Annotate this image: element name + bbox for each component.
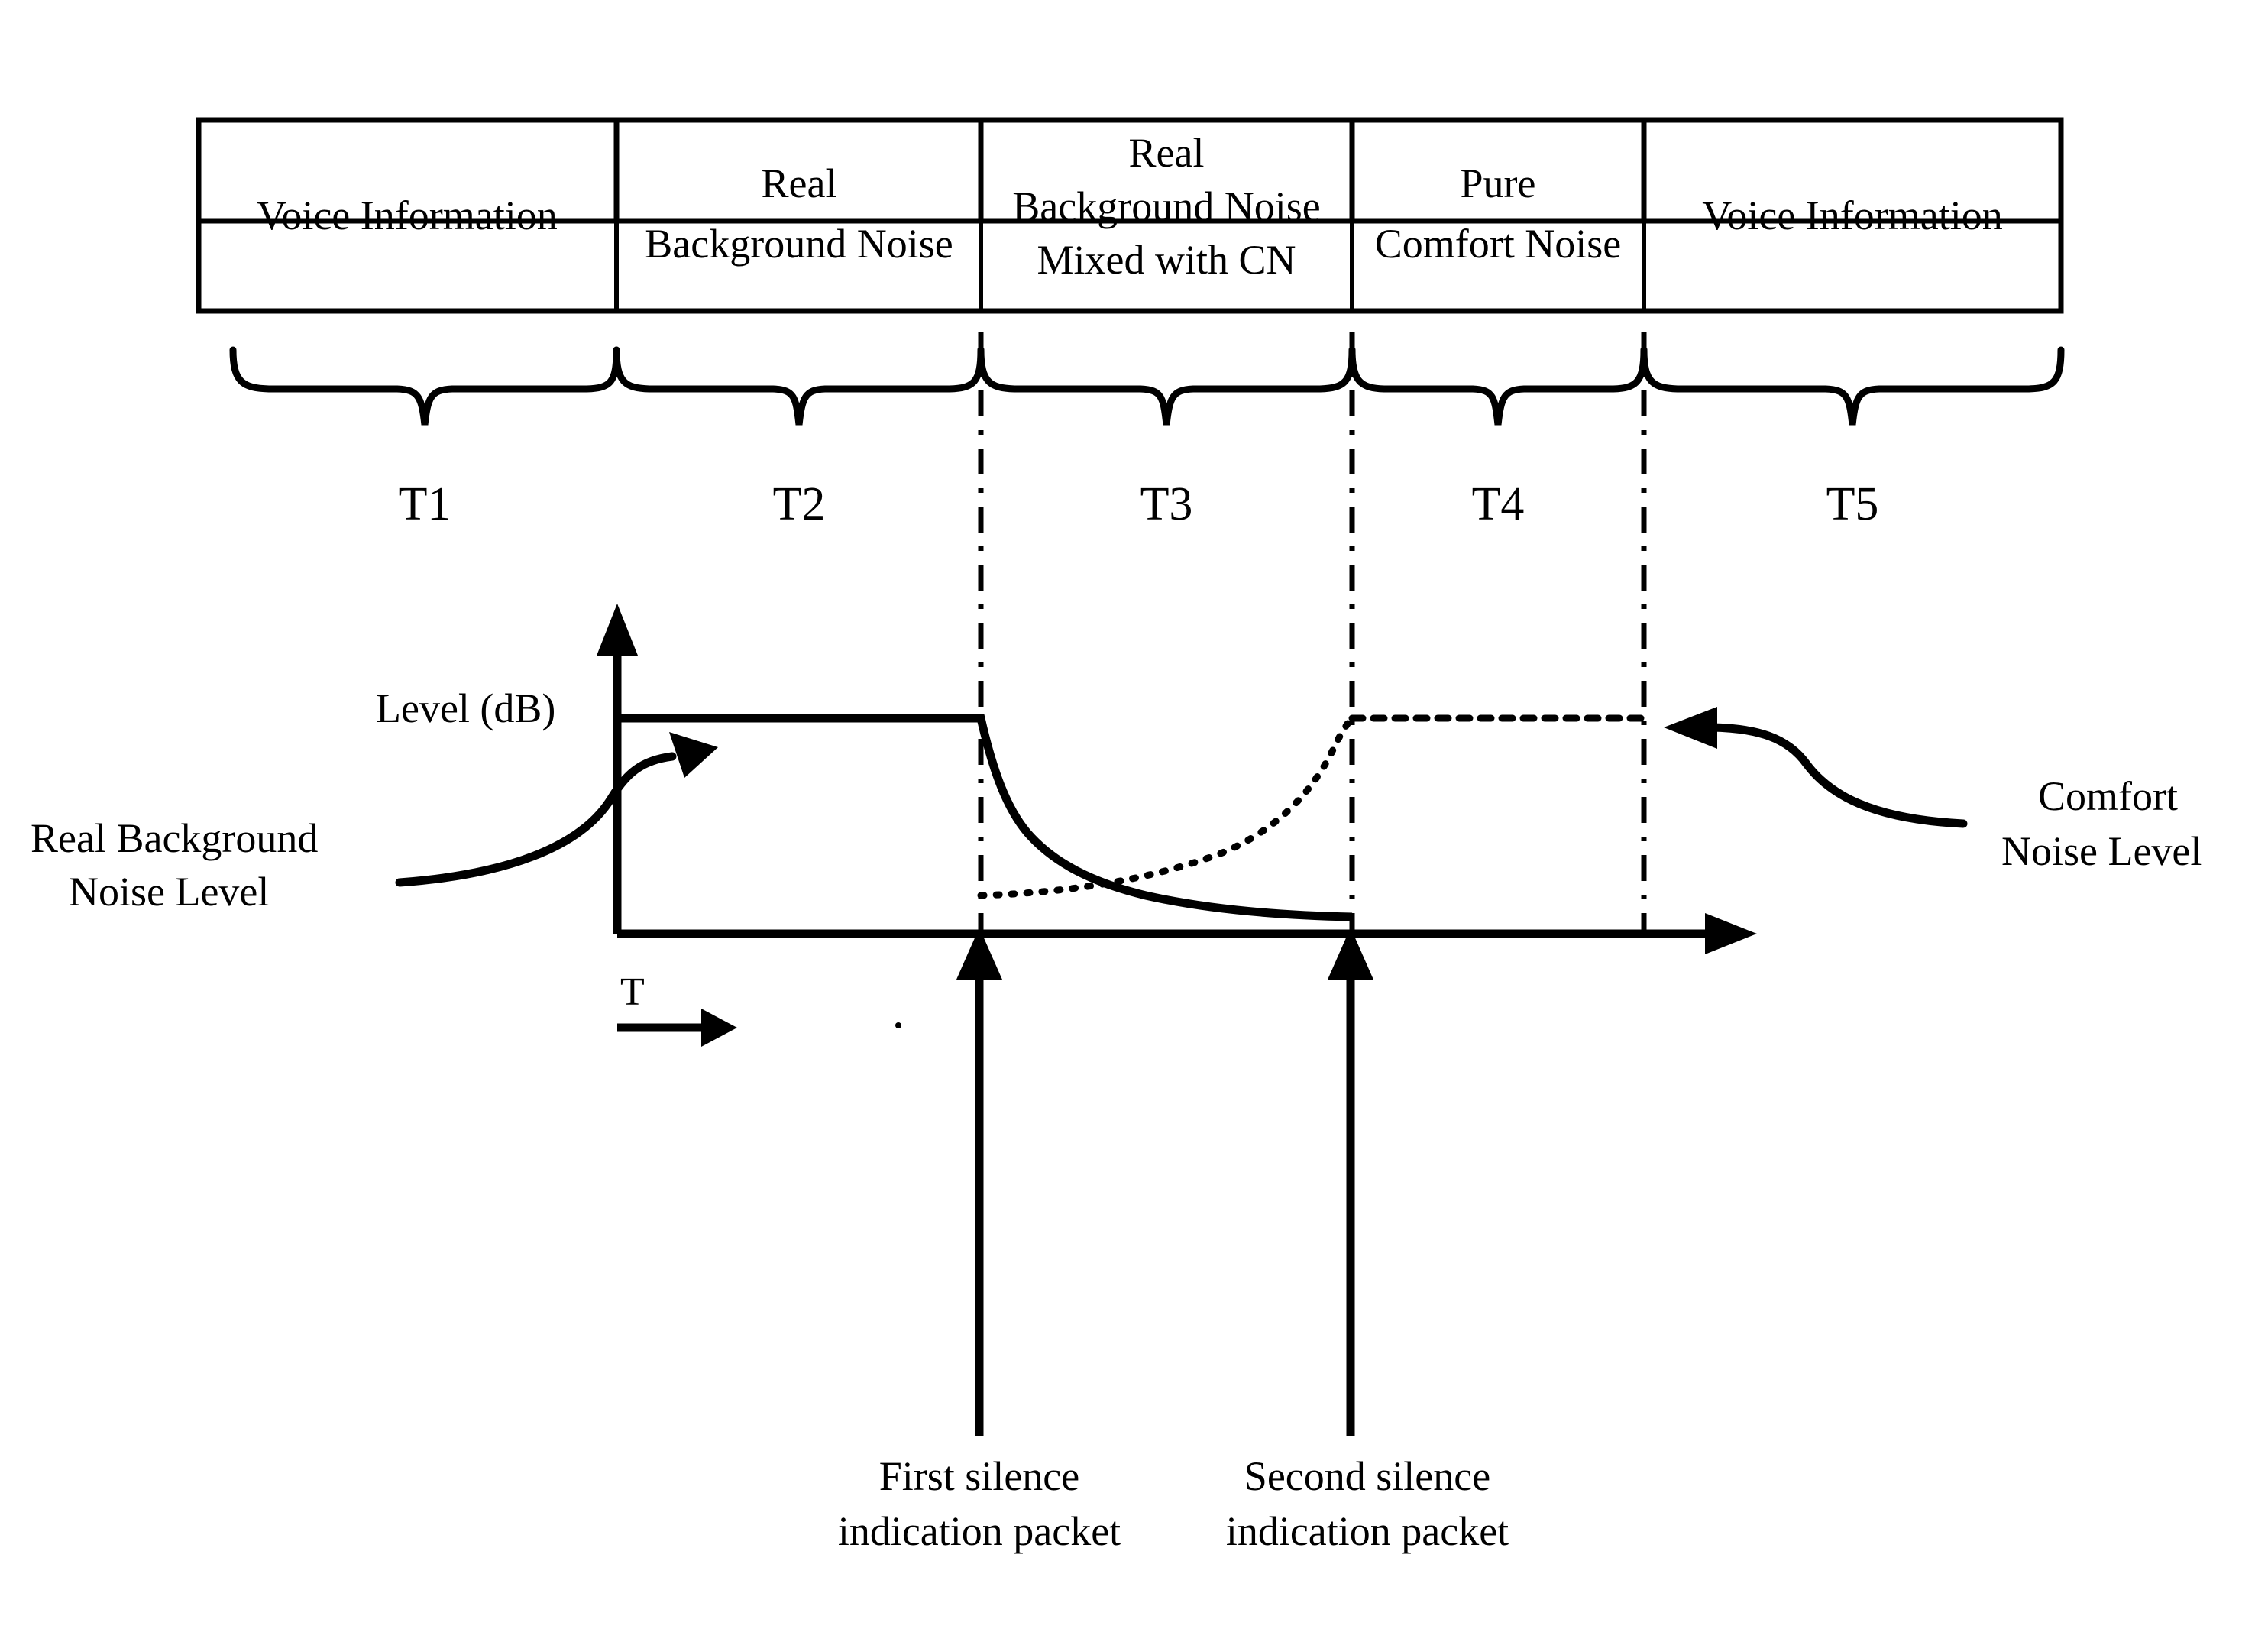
caption-first-silence-packet: First silence indication packet bbox=[838, 1453, 1121, 1554]
table-cell-real-background-noise-mixed-cn: Real Background Noise Mixed with CN bbox=[1012, 130, 1320, 283]
period-label-t3: T3 bbox=[1140, 478, 1193, 530]
patent-figure-root: Voice Information Real Background Noise … bbox=[0, 0, 2268, 1629]
scan-speck bbox=[895, 1022, 901, 1028]
cell-3-line-1: Real bbox=[1129, 130, 1205, 176]
cell-3-line-3: Mixed with CN bbox=[1037, 237, 1296, 283]
table-cell-voice-information-2: Voice Information bbox=[1702, 193, 2002, 238]
brace-t3 bbox=[977, 346, 1356, 426]
caption-second-silence-packet: Second silence indication packet bbox=[1226, 1453, 1509, 1554]
period-label-t2: T2 bbox=[773, 478, 826, 530]
brace-t1 bbox=[229, 346, 620, 426]
brace-t5 bbox=[1640, 346, 2065, 426]
silence-packet-arrows bbox=[956, 928, 1373, 1436]
cell-5-line-1: Voice Information bbox=[1702, 193, 2002, 238]
brace-t2 bbox=[613, 346, 985, 426]
cell-2-line-1: Real bbox=[762, 160, 837, 206]
caption-2-line-1: Second silence bbox=[1244, 1453, 1490, 1499]
solid-decay-curve bbox=[617, 714, 1353, 921]
callout-left-leader bbox=[395, 752, 677, 887]
period-label-t4: T4 bbox=[1472, 478, 1525, 530]
table-cell-real-background-noise: Real Background Noise bbox=[645, 160, 953, 267]
dotted-rise-curve bbox=[977, 714, 1356, 899]
callout-left-arrowhead bbox=[669, 732, 718, 778]
caption-1-line-2: indication packet bbox=[838, 1508, 1121, 1554]
callout-right-line-1: Comfort bbox=[2038, 773, 2178, 819]
cell-3-line-2: Background Noise bbox=[1012, 183, 1320, 229]
callout-right-leader bbox=[1707, 723, 1968, 828]
table-cell-voice-information-1: Voice Information bbox=[257, 193, 557, 238]
x-axis-arrowhead bbox=[1705, 913, 1757, 954]
period-label-t5: T5 bbox=[1826, 478, 1879, 530]
callout-comfort-noise-level: Comfort Noise Level bbox=[1664, 707, 2202, 874]
diagram-canvas: Voice Information Real Background Noise … bbox=[31, 117, 2202, 1554]
period-labels: T1 T2 T3 T4 T5 bbox=[399, 478, 1879, 530]
table-cell-pure-comfort-noise: Pure Comfort Noise bbox=[1375, 160, 1621, 267]
cell-4-line-2: Comfort Noise bbox=[1375, 221, 1621, 267]
cell-2-line-2: Background Noise bbox=[645, 221, 953, 267]
t-axis-label-group: T bbox=[617, 970, 737, 1047]
brace-group bbox=[229, 346, 2065, 426]
brace-t4 bbox=[1348, 346, 1648, 426]
y-axis-label: Level (dB) bbox=[376, 685, 555, 731]
boundary-guides bbox=[978, 332, 1647, 934]
real-background-noise-trace bbox=[617, 714, 1353, 921]
period-label-t1: T1 bbox=[399, 478, 451, 530]
cell-4-line-1: Pure bbox=[1461, 160, 1536, 206]
cell-1-line-1: Voice Information bbox=[257, 193, 557, 238]
t-axis-arrowhead bbox=[701, 1009, 737, 1047]
y-axis-arrowhead bbox=[597, 604, 638, 656]
t-axis-label: T bbox=[620, 970, 645, 1014]
callout-left-line-1: Real Background bbox=[31, 815, 318, 861]
callout-right-arrowhead bbox=[1664, 707, 1717, 749]
caption-1-line-1: First silence bbox=[879, 1453, 1079, 1499]
callout-right-line-2: Noise Level bbox=[2001, 828, 2202, 874]
callout-left-line-2: Noise Level bbox=[69, 869, 269, 915]
caption-2-line-2: indication packet bbox=[1226, 1508, 1509, 1554]
